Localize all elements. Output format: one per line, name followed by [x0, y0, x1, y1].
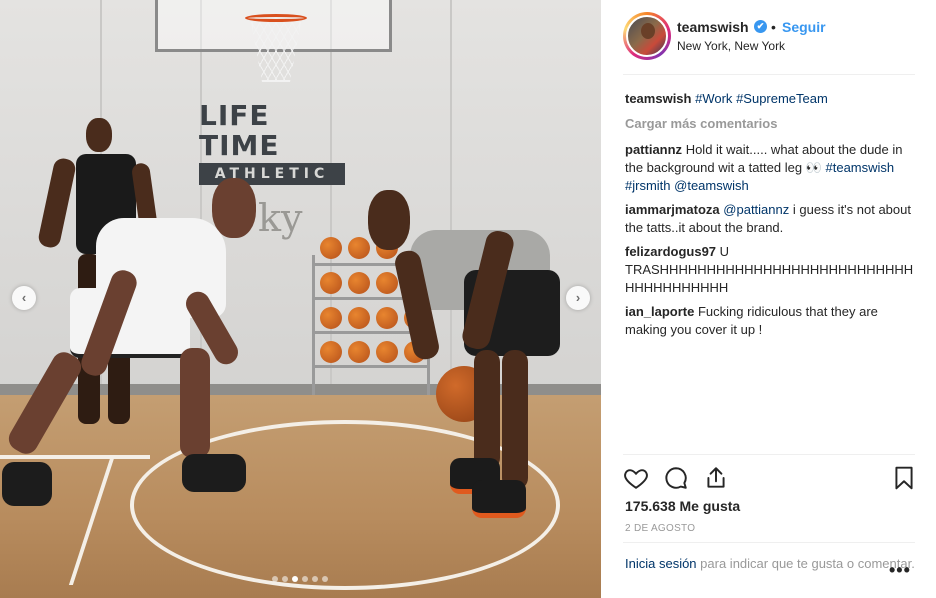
- caption-username[interactable]: teamswish: [625, 91, 691, 106]
- comment-username[interactable]: ian_laporte: [625, 304, 694, 319]
- gym-logo-top: LIFE TIME: [199, 99, 280, 162]
- carousel-dot: [322, 576, 328, 582]
- follow-button[interactable]: Seguir: [782, 19, 826, 35]
- hashtag-link[interactable]: #Work: [695, 91, 732, 106]
- basketball: [320, 341, 342, 363]
- gym-logo: LIFE TIME ATHLETIC: [199, 101, 345, 185]
- rack-post: [312, 255, 315, 395]
- carousel-indicator: [272, 576, 328, 582]
- carousel-dot: [272, 576, 278, 582]
- comment-icon[interactable]: [663, 465, 689, 491]
- location-link[interactable]: New York, New York: [677, 39, 785, 53]
- basketball: [320, 307, 342, 329]
- comment-username[interactable]: pattiannz: [625, 142, 682, 157]
- heart-icon[interactable]: [623, 465, 649, 491]
- carousel-next-button[interactable]: ›: [566, 286, 590, 310]
- verified-badge-icon: ✔: [754, 20, 767, 33]
- story-ring[interactable]: [623, 12, 671, 60]
- basketball-rim: [245, 14, 307, 22]
- basketball: [320, 237, 342, 259]
- login-link[interactable]: Inicia sesión: [625, 556, 697, 571]
- post-date[interactable]: 2 DE AGOSTO: [625, 523, 695, 534]
- comment-username[interactable]: iammarjmatoza: [625, 202, 720, 217]
- ball-handler: [364, 190, 564, 520]
- comment-item: iammarjmatoza @pattiannz i guess it's no…: [625, 201, 917, 237]
- comment-item: ian_laporte Fucking ridiculous that they…: [625, 303, 917, 339]
- load-more-comments-button[interactable]: Cargar más comentarios: [625, 116, 917, 131]
- mention-link[interactable]: @teamswish: [674, 178, 749, 193]
- hashtag-link[interactable]: #jrsmith: [625, 178, 671, 193]
- comments-list: teamswish #Work #SupremeTeam Cargar más …: [625, 90, 917, 345]
- more-options-icon[interactable]: •••: [889, 560, 911, 581]
- like-count[interactable]: 175.638 Me gusta: [625, 498, 740, 514]
- comment-username[interactable]: felizardogus97: [625, 244, 716, 259]
- comment-item: felizardogus97 U TRASHHHHHHHHHHHHHHHHHHH…: [625, 243, 917, 297]
- carousel-dot: [282, 576, 288, 582]
- post-header: teamswish ✔ • Seguir New York, New York: [623, 12, 915, 75]
- hashtag-link[interactable]: #SupremeTeam: [736, 91, 828, 106]
- avatar-face: [641, 23, 655, 39]
- mention-link[interactable]: @pattiannz: [723, 202, 789, 217]
- login-prompt: Inicia sesión para indicar que te gusta …: [623, 542, 915, 573]
- login-prompt-text: para indicar que te gusta o comentar.: [700, 556, 915, 571]
- separator-dot: •: [771, 19, 776, 35]
- carousel-dot: [302, 576, 308, 582]
- basketball: [320, 272, 342, 294]
- action-bar: [623, 454, 915, 498]
- share-icon[interactable]: [703, 465, 729, 491]
- avatar[interactable]: [626, 15, 668, 57]
- post-photo[interactable]: LIFE TIME ATHLETIC ky ‹ ›: [0, 0, 601, 598]
- defending-player: [0, 178, 270, 513]
- comment-item: pattiannz Hold it wait..... what about t…: [625, 141, 917, 195]
- carousel-dot: [292, 576, 298, 582]
- bookmark-icon[interactable]: [891, 465, 917, 491]
- hashtag-link[interactable]: #teamswish: [826, 160, 895, 175]
- post-details-panel: teamswish ✔ • Seguir New York, New York …: [601, 0, 936, 598]
- caption: teamswish #Work #SupremeTeam: [625, 90, 917, 108]
- header-username[interactable]: teamswish: [677, 19, 749, 35]
- carousel-prev-button[interactable]: ‹: [12, 286, 36, 310]
- carousel-dot: [312, 576, 318, 582]
